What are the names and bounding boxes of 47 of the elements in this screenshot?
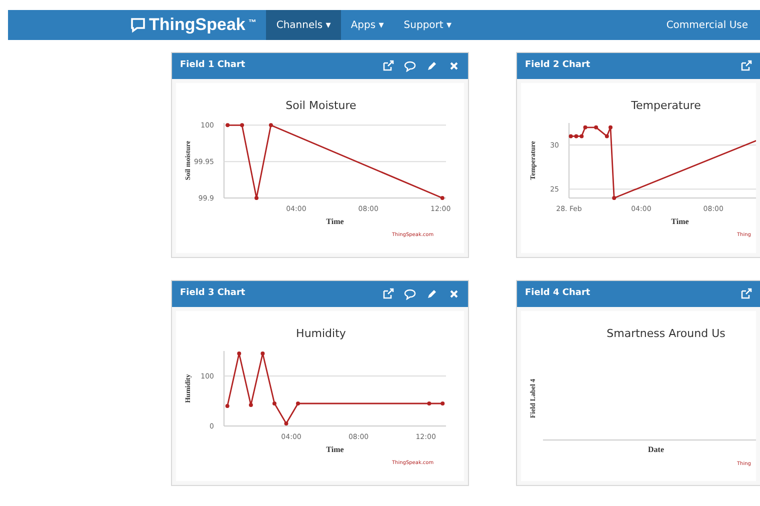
x-axis-label: Time [671, 217, 689, 226]
data-point [427, 402, 432, 406]
external-link-icon[interactable] [740, 288, 752, 300]
panel-title: Field 4 Chart [525, 287, 590, 300]
x-axis-label: Date [648, 445, 664, 454]
data-point [604, 134, 609, 138]
nav-menu-item[interactable]: Apps ▾ [340, 10, 394, 40]
external-link-icon[interactable] [382, 288, 394, 300]
data-point [296, 402, 300, 406]
data-point [225, 404, 230, 408]
data-point [268, 123, 273, 128]
brand-logo[interactable]: ThingSpeak ™ [130, 10, 256, 40]
data-point [440, 196, 444, 200]
data-point [240, 123, 244, 128]
data-point [272, 402, 276, 406]
data-point [583, 125, 588, 130]
chart-title: Temperature [631, 99, 701, 112]
pencil-icon[interactable] [426, 60, 438, 72]
data-point [254, 196, 258, 200]
close-icon[interactable] [448, 60, 460, 72]
data-point [608, 125, 612, 130]
external-link-icon[interactable] [740, 60, 752, 72]
speech-bubble-icon [130, 17, 146, 33]
data-point [284, 422, 288, 426]
comment-icon[interactable] [404, 60, 416, 72]
comment-icon[interactable] [404, 288, 416, 300]
data-point [612, 196, 616, 200]
data-point [440, 402, 445, 406]
x-axis-label: Time [326, 217, 344, 226]
nav-menu-item[interactable]: Channels ▾ [266, 10, 341, 40]
data-point [226, 123, 230, 128]
external-link-icon[interactable] [382, 60, 394, 72]
nav-link[interactable]: Commercial Use [666, 10, 748, 40]
chart-title: Humidity [296, 327, 346, 340]
chart-title: Soil Moisture [286, 99, 356, 112]
panel-title: Field 2 Chart [525, 59, 590, 72]
chart-title: Smartness Around Us [606, 327, 726, 340]
panel-title: Field 1 Chart [180, 59, 246, 72]
close-icon[interactable] [448, 288, 460, 300]
pencil-icon[interactable] [426, 288, 438, 300]
data-point [260, 352, 265, 356]
panel-title: Field 3 Chart [180, 287, 246, 300]
data-point [594, 125, 598, 130]
data-point [237, 352, 242, 356]
x-axis-label: Time [326, 445, 344, 454]
data-point [248, 403, 253, 407]
nav-menu-item[interactable]: Support ▾ [394, 10, 462, 40]
